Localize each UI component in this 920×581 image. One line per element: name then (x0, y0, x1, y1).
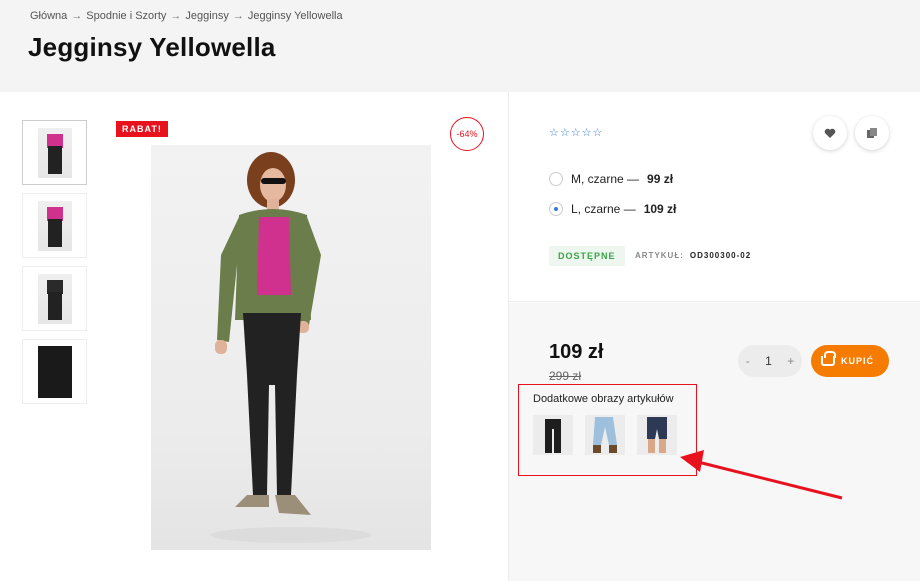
additional-images-box: Dodatkowe obrazy artykułów (518, 384, 697, 476)
thumbnail-3[interactable] (22, 266, 87, 331)
product-thumbnail-image (37, 127, 72, 178)
compare-button[interactable] (855, 116, 889, 150)
breadcrumb-item-category[interactable]: Spodnie i Szorty (86, 10, 166, 22)
breadcrumb-item-subcategory[interactable]: Jegginsy (185, 10, 228, 22)
quantity-increase-button[interactable]: + (787, 354, 794, 368)
variant-price: 99 zł (647, 172, 674, 186)
additional-image-3[interactable] (637, 415, 677, 455)
additional-image-graphic (647, 417, 667, 453)
additional-image-graphic (545, 419, 561, 453)
variant-label: L, czarne — (571, 202, 636, 216)
product-thumbnail-image (37, 200, 72, 251)
discount-badge: -64% (450, 117, 484, 151)
breadcrumb: Główna → Spodnie i Szorty → Jegginsy → J… (30, 10, 343, 22)
variant-label: M, czarne — (571, 172, 640, 186)
main-product-image[interactable] (151, 145, 431, 550)
additional-image-2[interactable] (585, 415, 625, 455)
heart-icon (824, 128, 836, 138)
wishlist-button[interactable] (813, 116, 847, 150)
sale-badge: RABAT! (116, 121, 168, 137)
additional-images-title: Dodatkowe obrazy artykułów (533, 393, 674, 405)
variant-radio-selected[interactable] (549, 202, 563, 216)
copy-icon (867, 128, 877, 138)
breadcrumb-item-current: Jegginsy Yellowella (247, 10, 343, 22)
product-options: ☆☆☆☆☆ M, czarne — 99 zł L, czarne — 109 … (509, 92, 920, 302)
sku-value: OD300300-02 (689, 251, 752, 260)
quantity-stepper[interactable]: - 1 + (738, 345, 802, 377)
breadcrumb-item-home[interactable]: Główna (30, 10, 67, 22)
product-thumbnail-image (37, 273, 72, 324)
thumbnail-1[interactable] (22, 120, 87, 185)
quantity-value[interactable]: 1 (765, 354, 772, 368)
quantity-decrease-button[interactable]: - (746, 354, 750, 368)
thumbnail-4[interactable] (22, 339, 87, 404)
additional-image-1[interactable] (533, 415, 573, 455)
breadcrumb-separator: → (170, 10, 182, 22)
sku-label: ARTYKUŁ: (635, 251, 684, 260)
buy-button[interactable]: KUPIĆ (811, 345, 889, 377)
variant-option-l[interactable]: L, czarne — 109 zł (549, 202, 676, 216)
variant-radio[interactable] (549, 172, 563, 186)
variant-price: 109 zł (643, 202, 677, 216)
stock-status-badge: DOSTĘPNE (549, 246, 625, 266)
thumbnail-2[interactable] (22, 193, 87, 258)
breadcrumb-separator: → (71, 10, 83, 22)
current-price: 109 zł (549, 341, 604, 363)
buy-button-label: KUPIĆ (841, 356, 875, 366)
variant-option-m[interactable]: M, czarne — 99 zł (549, 172, 673, 186)
additional-image-graphic (593, 417, 617, 453)
sku: ARTYKUŁ: OD300300-02 (635, 251, 751, 260)
page-title: Jegginsy Yellowella (28, 32, 276, 62)
product-thumbnail-image (37, 345, 72, 398)
breadcrumb-separator: → (232, 10, 244, 22)
product-model-illustration (211, 152, 371, 543)
thumbnail-list (22, 120, 87, 412)
rating-stars[interactable]: ☆☆☆☆☆ (549, 126, 603, 139)
basket-icon (821, 351, 836, 366)
product-info-panel: ☆☆☆☆☆ M, czarne — 99 zł L, czarne — 109 … (508, 92, 920, 581)
old-price: 299 zł (549, 369, 582, 383)
page-header: Główna → Spodnie i Szorty → Jegginsy → J… (0, 0, 920, 92)
